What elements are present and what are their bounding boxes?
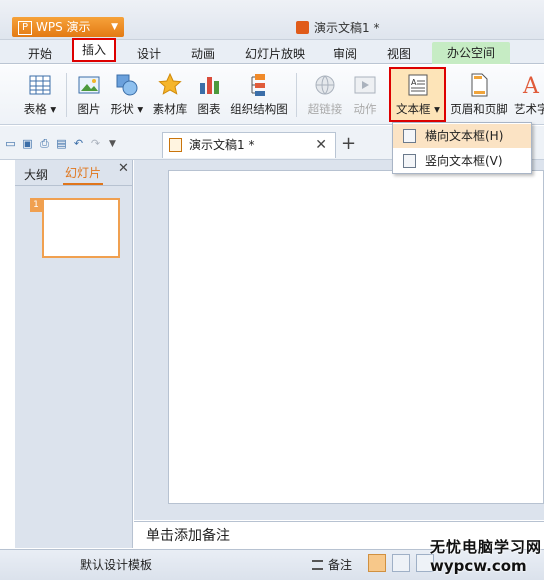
document-tab[interactable]: 演示文稿1 * ✕ <box>162 132 336 158</box>
play-icon <box>354 76 376 94</box>
org-chart-icon <box>251 74 265 96</box>
shape-label: 形状 ▾ <box>110 102 144 116</box>
save-icon[interactable]: ▣ <box>21 138 34 150</box>
picture-label: 图片 <box>77 102 101 116</box>
notes-toggle[interactable]: 备注 <box>312 556 352 573</box>
globe-icon <box>315 75 335 95</box>
clipart-button[interactable]: 素材库 <box>150 67 190 125</box>
picture-icon <box>78 76 100 94</box>
textbox-button-content[interactable]: A 文本框 ▾ <box>391 67 445 125</box>
action-label: 动作 <box>353 102 377 116</box>
presentation-icon <box>296 21 309 34</box>
tab-slides[interactable]: 幻灯片 <box>63 164 104 185</box>
vertical-textbox-label: 竖向文本框(V) <box>425 154 503 168</box>
action-button[interactable]: 动作 <box>350 67 380 125</box>
chevron-down-icon: ▼ <box>111 22 118 32</box>
open-icon[interactable]: ▭ <box>4 138 17 150</box>
tab-outline[interactable]: 大纲 <box>24 166 48 183</box>
tab-insert[interactable]: 插入 <box>72 38 116 62</box>
tab-start[interactable]: 开始 <box>28 45 52 62</box>
redo-icon[interactable]: ↷ <box>89 138 102 150</box>
tab-office-space[interactable]: 办公空间 <box>432 42 510 64</box>
page-icon <box>471 73 488 97</box>
close-icon[interactable]: ✕ <box>118 161 129 176</box>
notes-icon <box>312 560 323 570</box>
svg-text:A: A <box>411 78 417 87</box>
tab-design[interactable]: 设计 <box>137 45 161 62</box>
header-footer-button[interactable]: 页眉和页脚 <box>448 67 510 125</box>
wps-app-button[interactable]: P WPS 演示 ▼ <box>12 17 124 37</box>
close-icon[interactable]: ✕ <box>315 133 327 157</box>
document-title-text: 演示文稿1 * <box>314 21 380 35</box>
wordart-icon: A <box>522 74 540 97</box>
watermark-line2: wypcw.com <box>430 557 527 575</box>
header-footer-label: 页眉和页脚 <box>450 102 508 116</box>
watermark-line1: 无忧电脑学习网 <box>430 538 543 556</box>
wordart-label: 艺术字 <box>514 102 544 116</box>
slide-number: 1 <box>30 198 42 212</box>
document-icon <box>169 138 182 152</box>
design-template-status[interactable]: 默认设计模板 <box>80 556 152 573</box>
org-chart-button[interactable]: 组织结构图 <box>228 67 290 125</box>
textbox-dropdown-menu: 横向文本框(H) 竖向文本框(V) <box>392 122 532 174</box>
textbox-icon: A <box>408 74 428 96</box>
hyperlink-button[interactable]: 超链接 <box>305 67 345 125</box>
org-chart-label: 组织结构图 <box>230 102 288 116</box>
vertical-textbox-icon <box>403 154 416 168</box>
wordart-button[interactable]: A 艺术字 <box>514 67 544 125</box>
table-label: 表格 ▾ <box>23 102 57 116</box>
chart-button[interactable]: 图表 <box>194 67 224 125</box>
preview-icon[interactable]: ▤ <box>55 138 68 150</box>
tab-review[interactable]: 审阅 <box>333 45 357 62</box>
tab-animation[interactable]: 动画 <box>191 45 215 62</box>
picture-button[interactable]: 图片 <box>75 67 103 125</box>
slide-sorter-view-button[interactable] <box>392 554 410 572</box>
tab-view[interactable]: 视图 <box>387 45 411 62</box>
table-icon <box>29 75 51 95</box>
tab-slideshow[interactable]: 幻灯片放映 <box>245 45 305 62</box>
shape-button[interactable]: 形状 ▾ <box>108 67 146 125</box>
normal-view-button[interactable] <box>368 554 386 572</box>
shape-icon <box>116 74 138 96</box>
watermark: 无忧电脑学习网 wypcw.com <box>430 536 544 575</box>
horizontal-textbox-item[interactable]: 横向文本框(H) <box>393 124 531 148</box>
chevron-down-icon[interactable]: ▼ <box>106 138 119 150</box>
print-icon[interactable]: ⎙ <box>38 138 51 150</box>
chart-label: 图表 <box>197 102 221 116</box>
clipart-label: 素材库 <box>152 102 188 116</box>
horizontal-textbox-icon <box>403 129 416 143</box>
horizontal-textbox-label: 横向文本框(H) <box>425 129 504 143</box>
wps-logo-icon: P <box>18 20 32 35</box>
slide-canvas[interactable] <box>168 170 544 504</box>
undo-icon[interactable]: ↶ <box>72 138 85 150</box>
textbox-label: 文本框 ▾ <box>396 102 440 116</box>
notes-toggle-label: 备注 <box>328 558 353 572</box>
wps-app-label: WPS 演示 <box>36 20 91 34</box>
add-tab-icon[interactable]: + <box>341 133 356 154</box>
hyperlink-label: 超链接 <box>307 102 343 116</box>
star-icon <box>158 73 182 95</box>
slide-thumbnail[interactable] <box>42 198 120 258</box>
table-button[interactable]: 表格 ▾ <box>22 67 58 125</box>
document-title: 演示文稿1 * <box>296 19 379 36</box>
svg-text:A: A <box>522 74 540 97</box>
vertical-textbox-item[interactable]: 竖向文本框(V) <box>393 149 531 173</box>
document-tab-label: 演示文稿1 * <box>189 138 255 152</box>
chart-icon <box>200 77 219 94</box>
